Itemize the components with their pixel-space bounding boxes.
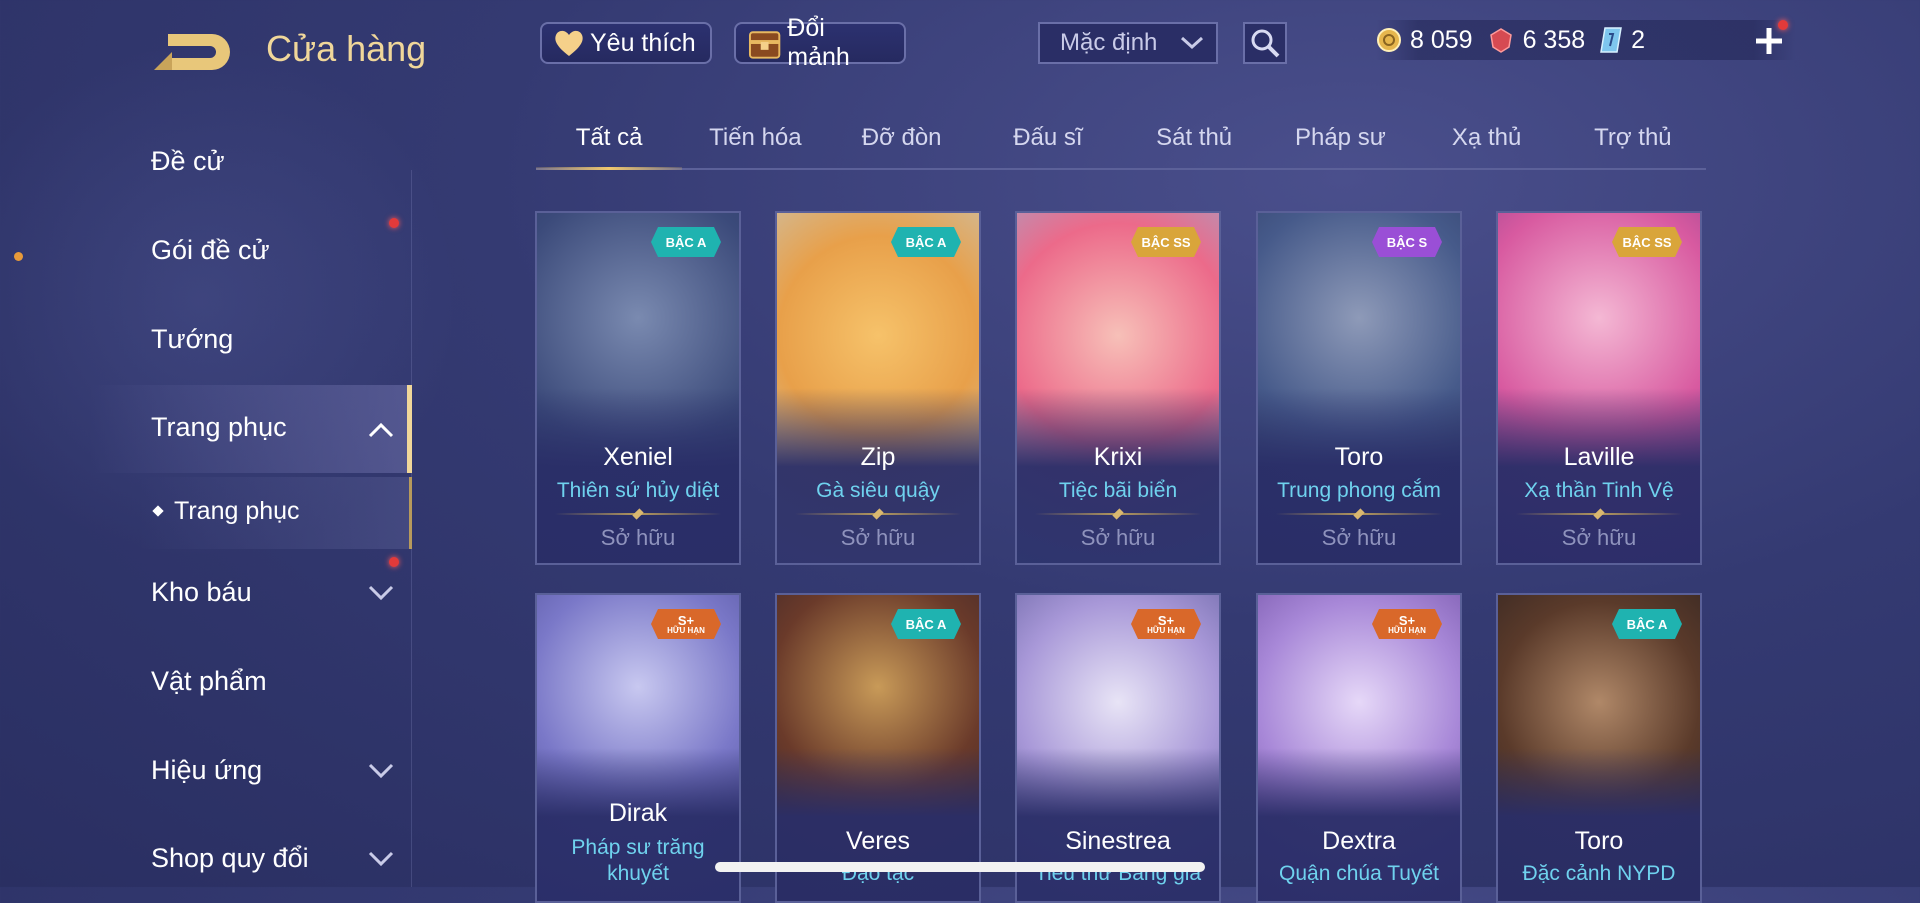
hero-name: Krixi <box>1093 443 1143 471</box>
grade-badge: BẬC SS <box>1612 227 1682 257</box>
card-divider <box>1276 513 1442 515</box>
card-divider <box>1035 513 1201 515</box>
gold-coin-icon <box>1377 28 1401 52</box>
exchange-shards-label: Đổi mảnh <box>787 14 850 71</box>
skin-card[interactable]: S+ HỮU HẠN Dirak Pháp sư trăng khuyết <box>535 593 741 903</box>
hero-name: Xeniel <box>603 443 673 471</box>
skin-card[interactable]: BẬC A Xeniel Thiên sứ hủy diệt Sở hữu <box>535 211 741 565</box>
sidebar-item-skins[interactable]: Trang phục <box>151 412 287 443</box>
skin-card[interactable]: BẬC A Veres Đạo tặc <box>775 593 981 903</box>
notification-dot <box>389 557 399 567</box>
hero-name: Dirak <box>608 799 668 827</box>
owned-status: Sở hữu <box>1561 525 1637 550</box>
chevron-down-icon[interactable] <box>368 851 394 867</box>
owned-status: Sở hữu <box>600 525 676 550</box>
skin-card[interactable]: BẬC SS Krixi Tiệc bãi biển Sở hữu <box>1015 211 1221 565</box>
skin-card[interactable]: BẬC A Zip Gà siêu quậy Sở hữu <box>775 211 981 565</box>
notification-dot <box>389 218 399 228</box>
sidebar-item-bundles[interactable]: Gói đề cử <box>151 235 270 266</box>
chevron-up-icon[interactable] <box>368 422 394 438</box>
grade-badge: S+ HỮU HẠN <box>651 609 721 639</box>
back-arrow-icon[interactable] <box>150 28 232 74</box>
sort-dropdown[interactable]: Mặc định <box>1038 22 1218 64</box>
red-gem-icon <box>1489 28 1512 53</box>
currency-bar: 8 059 6 358 2 <box>1376 20 1796 60</box>
page-title: Cửa hàng <box>266 28 427 69</box>
hero-name: Zip <box>860 443 896 471</box>
voucher-amount: 2 <box>1631 25 1646 54</box>
sidebar-item-exchange-shop[interactable]: Shop quy đổi <box>151 843 309 874</box>
chevron-down-icon[interactable] <box>368 585 394 601</box>
sidebar-item-recommended[interactable]: Đề cử <box>151 146 225 177</box>
side-indicator-dot <box>14 252 23 261</box>
skin-name: Pháp sư trăng khuyết <box>571 836 705 885</box>
skin-name: Gà siêu quậy <box>816 479 940 502</box>
card-divider <box>795 513 961 515</box>
skin-name: Quận chúa Tuyết <box>1279 862 1439 885</box>
gem-amount: 6 358 <box>1522 25 1586 54</box>
grade-badge: BẬC SS <box>1131 227 1201 257</box>
grade-badge: S+ HỮU HẠN <box>1131 609 1201 639</box>
tab-tank[interactable]: Đỡ đòn <box>829 120 975 168</box>
skin-card[interactable]: BẬC A Toro Đặc cảnh NYPD <box>1496 593 1702 903</box>
hero-name: Sinestrea <box>1065 827 1171 855</box>
tab-assassin[interactable]: Sát thủ <box>1121 120 1267 168</box>
skin-card[interactable]: S+ HỮU HẠN Sinestrea Tiểu thư Băng giá <box>1015 593 1221 903</box>
hero-name: Laville <box>1563 443 1635 471</box>
notification-dot <box>1778 20 1788 30</box>
grade-badge: BẬC S <box>1372 227 1442 257</box>
sidebar-subitem-skins[interactable]: Trang phục <box>174 497 300 526</box>
owned-status: Sở hữu <box>1080 525 1156 550</box>
tab-support[interactable]: Trợ thủ <box>1560 120 1706 168</box>
hero-name: Toro <box>1334 443 1384 471</box>
card-voucher-icon <box>1600 27 1623 53</box>
tab-mage[interactable]: Pháp sư <box>1267 120 1413 168</box>
exchange-shards-button[interactable]: Đổi mảnh <box>734 14 906 71</box>
sort-dropdown-value: Mặc định <box>1060 29 1158 56</box>
skin-name: Trung phong cắm <box>1277 479 1441 502</box>
treasure-chest-icon <box>748 31 781 59</box>
favorites-button[interactable]: Yêu thích <box>540 22 712 64</box>
tab-all[interactable]: Tất cả <box>536 120 683 170</box>
tab-evolution[interactable]: Tiến hóa <box>682 120 828 168</box>
card-divider <box>1516 513 1682 515</box>
sidebar-item-heroes[interactable]: Tướng <box>151 324 233 355</box>
skin-card[interactable]: BẬC SS Laville Xạ thần Tinh Vệ Sở hữu <box>1496 211 1702 565</box>
favorites-label: Yêu thích <box>590 28 696 57</box>
skin-name: Xạ thần Tinh Vệ <box>1524 479 1674 502</box>
sidebar-item-items[interactable]: Vật phẩm <box>151 666 267 697</box>
gold-amount: 8 059 <box>1410 25 1473 54</box>
hero-name: Veres <box>846 827 910 855</box>
skin-card[interactable]: S+ HỮU HẠN Dextra Quận chúa Tuyết <box>1256 593 1462 903</box>
skin-name: Đặc cảnh NYPD <box>1522 862 1676 885</box>
tab-fighter[interactable]: Đấu sĩ <box>975 120 1121 168</box>
grade-badge: BẬC A <box>891 227 961 257</box>
skin-name: Thiên sứ hủy diệt <box>556 479 720 502</box>
search-button[interactable] <box>1243 22 1287 64</box>
card-divider <box>555 513 721 515</box>
voucher-currency: 2 <box>1599 26 1645 55</box>
category-tabs: Tất cả Tiến hóa Đỡ đòn Đấu sĩ Sát thủ Ph… <box>536 120 1706 170</box>
home-indicator[interactable] <box>715 862 1205 872</box>
grade-badge: BẬC A <box>891 609 961 639</box>
gold-currency: 8 059 <box>1376 26 1473 55</box>
sidebar-item-effects[interactable]: Hiệu ứng <box>151 755 262 786</box>
owned-status: Sở hữu <box>1321 525 1397 550</box>
hero-name: Dextra <box>1322 827 1396 855</box>
heart-icon <box>555 30 583 56</box>
sidebar-item-treasure[interactable]: Kho báu <box>151 577 252 608</box>
grade-badge: BẬC A <box>1612 609 1682 639</box>
chevron-down-icon[interactable] <box>368 763 394 779</box>
grade-badge: BẬC A <box>651 227 721 257</box>
grade-badge: S+ HỮU HẠN <box>1372 609 1442 639</box>
skin-name: Tiệc bãi biển <box>1058 479 1178 502</box>
hero-name: Toro <box>1574 827 1624 855</box>
search-icon <box>1251 29 1280 58</box>
skin-card[interactable]: BẬC S Toro Trung phong cắm Sở hữu <box>1256 211 1462 565</box>
gem-currency: 6 358 <box>1487 25 1586 55</box>
owned-status: Sở hữu <box>840 525 916 550</box>
chevron-down-icon <box>1180 36 1204 50</box>
tab-marksman[interactable]: Xạ thủ <box>1414 120 1560 168</box>
